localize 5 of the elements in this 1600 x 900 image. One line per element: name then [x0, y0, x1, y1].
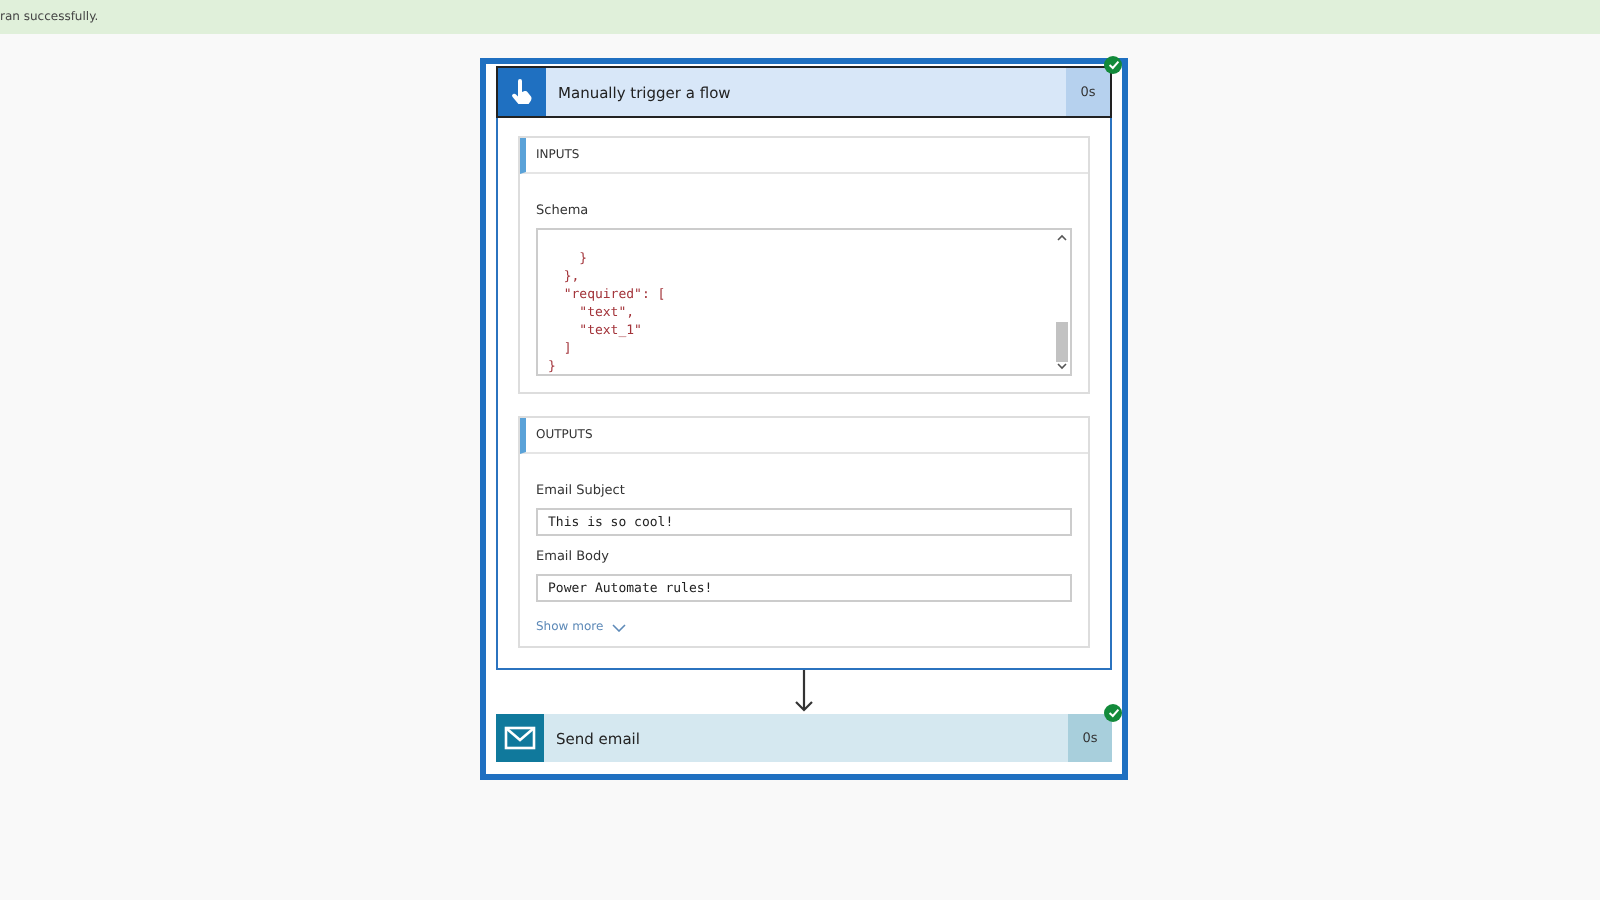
chevron-down-icon: [611, 623, 626, 631]
scrollbar[interactable]: [1054, 230, 1070, 374]
connector-arrow: [794, 670, 814, 714]
hand-pointer-icon: [510, 78, 534, 106]
envelope-icon: [504, 726, 536, 750]
